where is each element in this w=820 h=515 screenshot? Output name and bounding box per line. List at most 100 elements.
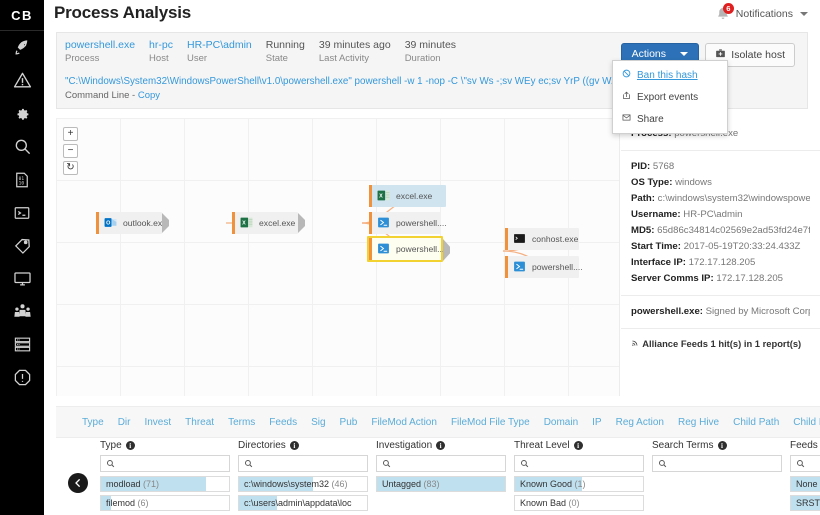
graph-node-conhost[interactable]: conhost.exe xyxy=(505,228,579,250)
collapse-facets-arrow-icon[interactable] xyxy=(68,473,88,493)
facet-item[interactable]: modload (71) xyxy=(100,476,230,492)
filter-tab-threat[interactable]: Threat xyxy=(185,417,214,428)
node-label: powershell.... xyxy=(396,218,447,228)
reset-view-button[interactable]: ↻ xyxy=(63,161,78,175)
facet-title-text: Feeds xyxy=(790,440,818,451)
facet-item[interactable]: SRSTrust (1) xyxy=(790,495,820,511)
detail-label: Username: xyxy=(631,209,681,220)
meta-host-value[interactable]: hr-pc xyxy=(149,39,173,52)
facet-item-count: (83) xyxy=(423,479,440,489)
node-accent-bar xyxy=(369,238,372,260)
filter-tab-reg-hive[interactable]: Reg Hive xyxy=(678,417,719,428)
facet-search-box[interactable] xyxy=(238,455,368,472)
graph-node-powershell-2[interactable]: powershell.... xyxy=(505,256,583,278)
notification-badge: 6 xyxy=(722,3,734,14)
process-tree-graph[interactable]: + − ↻ O outlook.exe X excel.exe X excel.… xyxy=(56,118,620,396)
copy-link[interactable]: Copy xyxy=(138,90,160,101)
meta-user: HR-PC\admin User xyxy=(187,39,252,65)
server-icon[interactable] xyxy=(0,328,44,361)
powershell-icon xyxy=(377,242,392,257)
rocket-icon[interactable] xyxy=(0,31,44,64)
filter-tab-terms[interactable]: Terms xyxy=(228,417,255,428)
bell-icon[interactable]: 6 xyxy=(715,3,734,22)
facet-item[interactable]: Untagged (83) xyxy=(376,476,506,492)
actions-dropdown-menu: Ban this hash Export events Share xyxy=(612,60,728,134)
info-icon[interactable]: i xyxy=(717,441,727,450)
facet-search-box[interactable] xyxy=(790,455,820,472)
filter-tab-filemod-file-type[interactable]: FileMod File Type xyxy=(451,417,530,428)
filter-tab-type[interactable]: Type xyxy=(82,417,104,428)
node-expander-icon[interactable] xyxy=(162,213,169,233)
facet-search-input[interactable] xyxy=(119,456,229,471)
notifications-menu[interactable]: 6 Notifications xyxy=(715,3,808,22)
info-icon[interactable]: i xyxy=(436,441,446,450)
filter-tab-feeds[interactable]: Feeds xyxy=(269,417,297,428)
info-icon[interactable]: i xyxy=(289,441,299,450)
detail-value: 172.17.128.205 xyxy=(688,257,756,268)
facet-search-input[interactable] xyxy=(671,456,781,471)
filter-tab-dir[interactable]: Dir xyxy=(118,417,131,428)
zoom-in-button[interactable]: + xyxy=(63,127,78,141)
facet-item-count: (6) xyxy=(137,498,149,508)
filter-tab-pub[interactable]: Pub xyxy=(340,417,358,428)
gear-icon[interactable] xyxy=(0,97,44,130)
filter-tab-invest[interactable]: Invest xyxy=(144,417,171,428)
filter-tab-sig[interactable]: Sig xyxy=(311,417,325,428)
terminal-icon[interactable] xyxy=(0,196,44,229)
exclamation-octagon-icon[interactable] xyxy=(0,361,44,394)
facet-item-text: Untagged (83) xyxy=(377,477,505,491)
graph-node-excel-child[interactable]: X excel.exe xyxy=(369,185,446,207)
facet-search-box[interactable] xyxy=(100,455,230,472)
facet-item[interactable]: Known Good (1) xyxy=(514,476,644,492)
facet-item[interactable]: c:\windows\system32 (46) xyxy=(238,476,368,492)
facet-search-input[interactable] xyxy=(395,456,505,471)
filter-tab-filemod-action[interactable]: FileMod Action xyxy=(371,417,437,428)
facet-item-label: Known Bad xyxy=(520,498,569,508)
node-expander-icon[interactable] xyxy=(298,213,305,233)
users-icon[interactable] xyxy=(0,295,44,328)
facet-item[interactable]: Known Bad (0) xyxy=(514,495,644,511)
zoom-out-button[interactable]: − xyxy=(63,144,78,158)
facet-item[interactable]: c:\users\admin\appdata\loc xyxy=(238,495,368,511)
facet-search-box[interactable] xyxy=(376,455,506,472)
info-icon[interactable]: i xyxy=(125,441,135,450)
filter-tab-child-md5[interactable]: Child MD5 xyxy=(793,417,820,428)
meta-process-value[interactable]: powershell.exe xyxy=(65,39,135,52)
search-icon[interactable] xyxy=(0,130,44,163)
facet-search-box[interactable] xyxy=(652,455,782,472)
node-expander-icon[interactable] xyxy=(443,239,450,261)
facet-item[interactable]: None (81) xyxy=(790,476,820,492)
detail-label: OS Type: xyxy=(631,177,673,188)
facet-search-box[interactable] xyxy=(514,455,644,472)
meta-host: hr-pc Host xyxy=(149,39,173,65)
menu-item-share[interactable]: Share xyxy=(613,108,727,130)
graph-node-outlook[interactable]: O outlook.exe xyxy=(96,212,169,234)
info-icon[interactable]: i xyxy=(573,441,583,450)
graph-node-powershell-1[interactable]: powershell.... xyxy=(369,212,447,234)
meta-last-activity: 39 minutes ago Last Activity xyxy=(319,39,391,65)
filter-tab-domain[interactable]: Domain xyxy=(544,417,578,428)
filter-tab-ip[interactable]: IP xyxy=(592,417,601,428)
filter-tab-child-path[interactable]: Child Path xyxy=(733,417,779,428)
facet-search-input[interactable] xyxy=(533,456,643,471)
menu-item-export-events[interactable]: Export events xyxy=(613,86,727,108)
tag-icon[interactable] xyxy=(0,229,44,262)
alliance-feeds-row[interactable]: Alliance Feeds 1 hit(s) in 1 report(s) xyxy=(621,329,820,358)
facet-search-input[interactable] xyxy=(257,456,367,471)
filter-tab-reg-action[interactable]: Reg Action xyxy=(616,417,664,428)
alert-triangle-icon[interactable] xyxy=(0,64,44,97)
graph-node-powershell-selected[interactable]: powershell.... xyxy=(367,236,450,262)
menu-item-ban-this-hash[interactable]: Ban this hash xyxy=(613,64,727,86)
cb-logo[interactable]: CB xyxy=(0,0,44,30)
graph-node-excel-parent[interactable]: X excel.exe xyxy=(232,212,305,234)
node-label: powershell.... xyxy=(532,262,583,272)
meta-user-value[interactable]: HR-PC\admin xyxy=(187,39,252,52)
chevron-down-icon xyxy=(800,12,808,16)
isolate-host-label: Isolate host xyxy=(731,49,785,61)
detail-label: MD5: xyxy=(631,225,655,236)
facet-search-input[interactable] xyxy=(809,456,820,471)
meta-state-label: State xyxy=(265,53,288,64)
binary-file-icon[interactable]: 01 10 xyxy=(0,163,44,196)
monitor-icon[interactable] xyxy=(0,262,44,295)
facet-item[interactable]: filemod (6) xyxy=(100,495,230,511)
